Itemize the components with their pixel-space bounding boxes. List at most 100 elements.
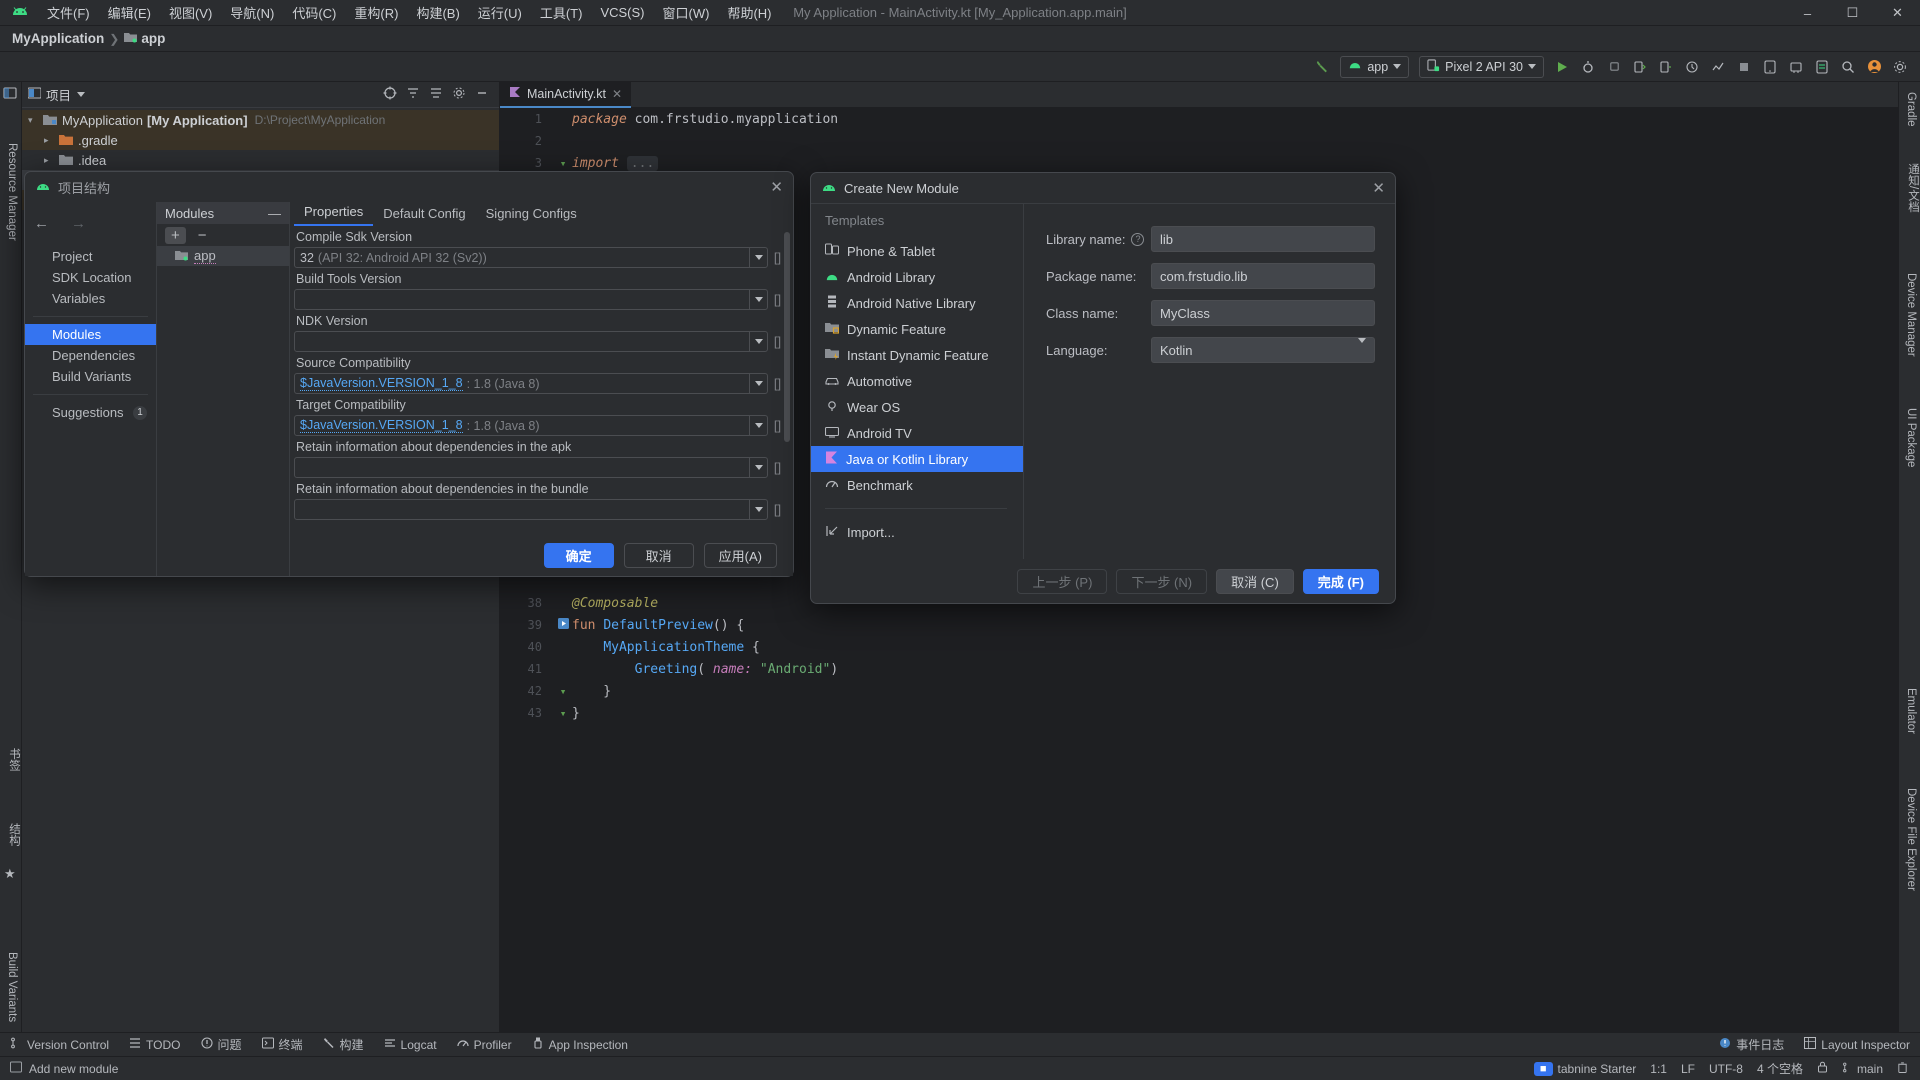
- menu-navigate[interactable]: 导航(N): [221, 0, 283, 25]
- ok-button[interactable]: 确定: [543, 542, 614, 568]
- bottom-tab-event-log[interactable]: 事件日志: [1709, 1036, 1794, 1053]
- template-benchmark[interactable]: Benchmark: [811, 472, 1023, 498]
- help-icon[interactable]: ?: [1131, 232, 1145, 246]
- right-tab-notifications[interactable]: 通知/文档: [1902, 157, 1920, 218]
- tab-signing-configs[interactable]: Signing Configs: [476, 204, 587, 226]
- ps-nav-variables[interactable]: Variables: [25, 288, 156, 309]
- apply-changes-icon[interactable]: [1628, 56, 1652, 78]
- hide-panel-icon[interactable]: [475, 86, 489, 103]
- template-wear-os[interactable]: Wear OS: [811, 394, 1023, 420]
- variable-picker-button[interactable]: []: [772, 457, 783, 478]
- device-selector[interactable]: Pixel 2 API 30: [1419, 55, 1544, 78]
- chevron-down-icon[interactable]: [749, 416, 767, 435]
- tree-row[interactable]: ▸ .idea: [22, 150, 499, 170]
- right-tab-device-manager[interactable]: Device Manager: [1902, 267, 1920, 363]
- finish-button[interactable]: 完成 (F): [1302, 568, 1379, 594]
- menu-run[interactable]: 运行(U): [469, 0, 531, 25]
- bottom-tab-terminal[interactable]: 终端: [252, 1036, 313, 1053]
- bottom-tab-layout-inspector[interactable]: Layout Inspector: [1794, 1037, 1920, 1052]
- cancel-button[interactable]: 取消 (C): [1216, 568, 1294, 594]
- retain-apk-input[interactable]: [294, 457, 768, 478]
- favorites-star-icon[interactable]: ★: [4, 866, 16, 882]
- menu-file[interactable]: 文件(F): [38, 0, 99, 25]
- folded-import-region[interactable]: ...: [626, 155, 659, 171]
- template-android-native-library[interactable]: Android Native Library: [811, 290, 1023, 316]
- chevron-down-icon[interactable]: [749, 500, 767, 519]
- maximize-button[interactable]: ☐: [1830, 0, 1875, 26]
- template-phone-tablet[interactable]: Phone & Tablet: [811, 238, 1023, 264]
- bottom-tab-problems[interactable]: 问题: [191, 1036, 252, 1053]
- variable-picker-button[interactable]: []: [772, 415, 783, 436]
- language-select[interactable]: Kotlin: [1151, 337, 1375, 363]
- editor-tab-mainactivity[interactable]: MainActivity.kt ✕: [500, 81, 632, 108]
- build-hammer-icon[interactable]: [1310, 56, 1334, 78]
- menu-build[interactable]: 构建(B): [407, 0, 468, 25]
- bottom-tab-logcat[interactable]: Logcat: [374, 1037, 447, 1052]
- variable-picker-button[interactable]: []: [772, 499, 783, 520]
- chevron-right-icon[interactable]: ▸: [44, 155, 56, 166]
- chevron-down-icon[interactable]: [77, 92, 86, 97]
- back-arrow-icon[interactable]: ←: [34, 215, 49, 232]
- properties-scrollbar[interactable]: [784, 232, 790, 562]
- menu-tools[interactable]: 工具(T): [531, 0, 592, 25]
- retain-bundle-input[interactable]: [294, 499, 768, 520]
- right-tab-emulator[interactable]: Emulator: [1902, 682, 1920, 740]
- library-name-input[interactable]: lib: [1151, 226, 1375, 252]
- chevron-down-icon[interactable]: [749, 458, 767, 477]
- fold-marker-icon[interactable]: ▾: [554, 707, 572, 720]
- project-tool-icon[interactable]: [3, 86, 17, 103]
- bottom-tab-todo[interactable]: TODO: [119, 1037, 190, 1052]
- device-file-explorer-icon[interactable]: [1810, 56, 1834, 78]
- menu-help[interactable]: 帮助(H): [718, 0, 780, 25]
- variable-picker-button[interactable]: []: [772, 289, 783, 310]
- caret-position[interactable]: 1:1: [1650, 1062, 1667, 1076]
- collapse-all-icon[interactable]: [406, 86, 420, 103]
- menu-window[interactable]: 窗口(W): [654, 0, 719, 25]
- template-java-or-kotlin-library[interactable]: Java or Kotlin Library: [811, 446, 1023, 472]
- close-icon[interactable]: ✕: [612, 87, 622, 101]
- remove-module-button[interactable]: −: [198, 227, 207, 244]
- variable-picker-button[interactable]: []: [772, 247, 783, 268]
- run-configuration-selector[interactable]: app: [1340, 55, 1410, 78]
- bottom-tab-app-inspection[interactable]: App Inspection: [522, 1037, 638, 1052]
- chevron-down-icon[interactable]: ▾: [28, 115, 40, 126]
- template-android-library[interactable]: Android Library: [811, 264, 1023, 290]
- right-tab-device-file-explorer[interactable]: Device File Explorer: [1902, 782, 1920, 897]
- chevron-down-icon[interactable]: [1358, 337, 1366, 358]
- sdk-manager-icon[interactable]: [1784, 56, 1808, 78]
- trash-icon[interactable]: [1897, 1061, 1908, 1076]
- search-everywhere-icon[interactable]: [1836, 56, 1860, 78]
- target-compatibility-input[interactable]: $JavaVersion.VERSION_1_8 : 1.8 (Java 8): [294, 415, 768, 436]
- tree-row[interactable]: ▸ .gradle: [22, 130, 499, 150]
- run-button[interactable]: [1550, 56, 1574, 78]
- file-encoding[interactable]: UTF-8: [1709, 1062, 1743, 1076]
- template-android-tv[interactable]: Android TV: [811, 420, 1023, 446]
- memory-indicator-icon[interactable]: [10, 1061, 22, 1076]
- chevron-down-icon[interactable]: [749, 374, 767, 393]
- chevron-down-icon[interactable]: [749, 248, 767, 267]
- collapse-icon[interactable]: —: [268, 206, 281, 221]
- bottom-tab-version-control[interactable]: Version Control: [0, 1037, 119, 1052]
- left-tab-build-variants[interactable]: Build Variants: [3, 946, 21, 1028]
- close-icon[interactable]: ✕: [1372, 179, 1385, 197]
- breadcrumb-module[interactable]: app: [141, 31, 165, 46]
- close-icon[interactable]: ✕: [770, 178, 783, 196]
- menu-refactor[interactable]: 重构(R): [345, 0, 407, 25]
- lock-icon[interactable]: [1817, 1061, 1828, 1076]
- ps-nav-suggestions[interactable]: Suggestions 1: [25, 402, 156, 423]
- menu-view[interactable]: 视图(V): [160, 0, 221, 25]
- line-separator[interactable]: LF: [1681, 1062, 1695, 1076]
- panel-settings-gear-icon[interactable]: [452, 86, 466, 103]
- template-automotive[interactable]: Automotive: [811, 368, 1023, 394]
- menu-code[interactable]: 代码(C): [283, 0, 345, 25]
- variable-picker-button[interactable]: []: [772, 373, 783, 394]
- attach-debugger-icon[interactable]: [1680, 56, 1704, 78]
- profiler-icon[interactable]: [1706, 56, 1730, 78]
- tab-properties[interactable]: Properties: [294, 202, 374, 226]
- indent-setting[interactable]: 4 个空格: [1757, 1060, 1803, 1077]
- ps-nav-modules[interactable]: Modules: [25, 324, 156, 345]
- module-list-item-app[interactable]: app: [157, 246, 289, 266]
- source-compatibility-input[interactable]: $JavaVersion.VERSION_1_8 : 1.8 (Java 8): [294, 373, 768, 394]
- build-tools-version-input[interactable]: [294, 289, 768, 310]
- account-icon[interactable]: [1862, 56, 1886, 78]
